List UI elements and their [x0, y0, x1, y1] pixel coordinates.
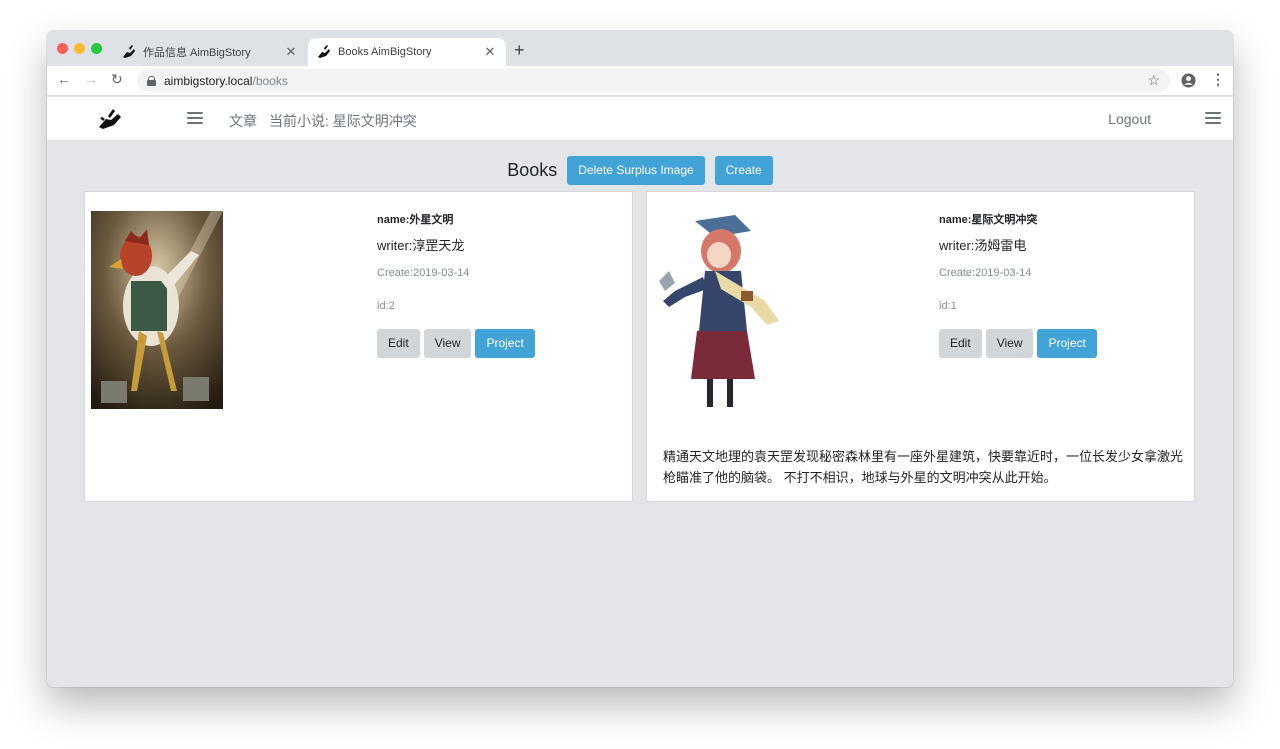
sidebar-toggle-icon[interactable] — [187, 112, 203, 124]
new-tab-button[interactable]: + — [514, 40, 525, 61]
book-name: name:外星文明 — [377, 214, 454, 226]
close-window-button[interactable] — [57, 43, 68, 54]
logout-link[interactable]: Logout — [1108, 111, 1151, 127]
url-path: /books — [252, 73, 288, 88]
browser-window: 作品信息 AimBigStory ✕ Books AimBigStory ✕ +… — [47, 31, 1233, 687]
edit-button[interactable]: Edit — [377, 329, 420, 358]
profile-icon[interactable] — [1181, 73, 1196, 88]
book-id: id:1 — [939, 300, 957, 312]
book-actions: Edit View Project — [377, 329, 617, 358]
brand-logo[interactable] — [97, 107, 123, 131]
view-button[interactable]: View — [985, 329, 1034, 358]
edit-button[interactable]: Edit — [939, 329, 982, 358]
star-icon[interactable]: ☆ — [1147, 72, 1160, 89]
tab-books[interactable]: Books AimBigStory ✕ — [308, 38, 506, 66]
page-title: Books — [507, 159, 558, 180]
menu-dots-icon[interactable]: ⋮ — [1211, 71, 1225, 88]
books-header: Books Delete Surplus Image Create — [47, 155, 1233, 185]
book-cover-image — [655, 211, 787, 411]
nav-link-current-novel[interactable]: 当前小说: 星际文明冲突 — [269, 111, 417, 131]
create-button[interactable]: Create — [714, 155, 773, 185]
tab-strip: 作品信息 AimBigStory ✕ Books AimBigStory ✕ + — [47, 31, 1233, 66]
hand-pen-icon — [123, 45, 135, 58]
book-info: name:外星文明 writer:淳罡天龙 Create:2019-03-14 … — [377, 211, 617, 358]
project-button[interactable]: Project — [1037, 329, 1097, 358]
book-cover-image — [91, 211, 223, 409]
book-writer: writer:汤姆雷电 — [939, 238, 1027, 253]
hand-pen-icon — [318, 45, 330, 58]
book-id: id:2 — [377, 300, 395, 312]
tab-close-icon[interactable]: ✕ — [283, 44, 299, 60]
book-info: name:星际文明冲突 writer:汤姆雷电 Create:2019-03-1… — [939, 211, 1179, 358]
view-button[interactable]: View — [423, 329, 472, 358]
menu-icon[interactable] — [1205, 112, 1221, 124]
tab-title: 作品信息 AimBigStory — [143, 47, 251, 59]
book-writer: writer:淳罡天龙 — [377, 238, 465, 253]
nav-link-articles[interactable]: 文章 — [229, 111, 257, 131]
book-create-date: Create:2019-03-14 — [377, 267, 470, 279]
tab-works-info[interactable]: 作品信息 AimBigStory ✕ — [113, 38, 307, 66]
lock-icon — [147, 75, 156, 86]
tab-close-icon[interactable]: ✕ — [482, 44, 498, 60]
book-card: name:星际文明冲突 writer:汤姆雷电 Create:2019-03-1… — [646, 191, 1195, 502]
back-arrow-icon[interactable]: ← — [57, 71, 71, 87]
book-name: name:星际文明冲突 — [939, 214, 1038, 226]
book-actions: Edit View Project — [939, 329, 1179, 358]
delete-surplus-image-button[interactable]: Delete Surplus Image — [567, 155, 705, 185]
book-card: name:外星文明 writer:淳罡天龙 Create:2019-03-14 … — [84, 191, 633, 502]
browser-toolbar: ← → ↻ aimbigstory.local/books ☆ ⋮ — [47, 66, 1233, 96]
project-button[interactable]: Project — [475, 329, 535, 358]
maximize-window-button[interactable] — [91, 43, 102, 54]
minimize-window-button[interactable] — [74, 43, 85, 54]
forward-arrow-icon[interactable]: → — [84, 71, 98, 87]
address-bar[interactable]: aimbigstory.local/books ☆ — [137, 69, 1170, 92]
reload-icon[interactable]: ↻ — [111, 71, 123, 88]
book-description: 精通天文地理的袁天罡发现秘密森林里有一座外星建筑，快要靠近时，一位长发少女拿激光… — [663, 449, 1184, 485]
app-navbar: 文章 当前小说: 星际文明冲突 Logout — [47, 97, 1233, 141]
book-create-date: Create:2019-03-14 — [939, 267, 1032, 279]
url-host: aimbigstory.local — [164, 73, 253, 88]
tab-title: Books AimBigStory — [338, 46, 432, 58]
